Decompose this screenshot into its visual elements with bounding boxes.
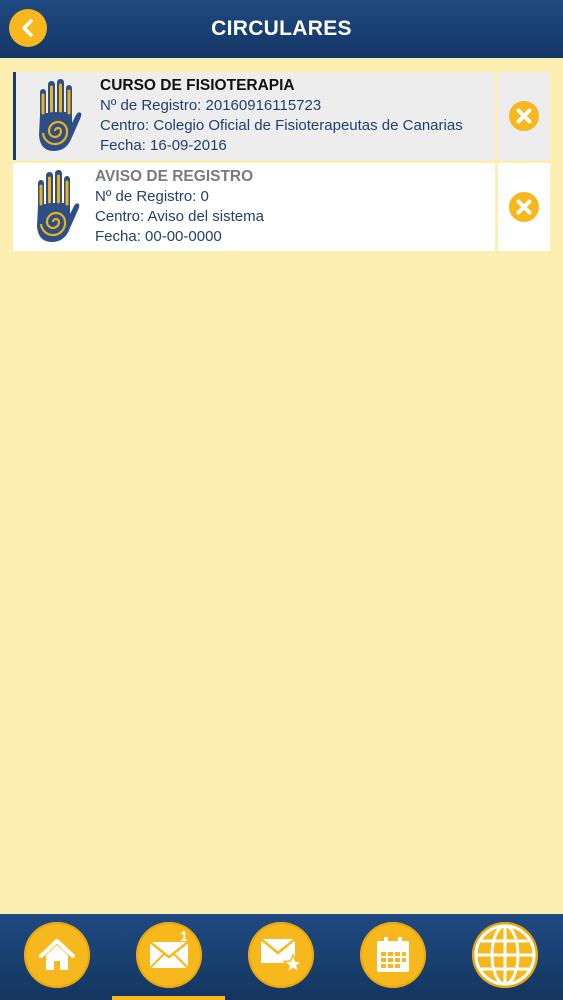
delete-circular-button[interactable] xyxy=(498,72,550,160)
close-icon xyxy=(509,101,539,131)
circular-title: CURSO DE FISIOTERAPIA xyxy=(100,77,295,94)
circular-item: CURSO DE FISIOTERAPIA Nº de Registro: 20… xyxy=(13,72,550,160)
circulars-list: CURSO DE FISIOTERAPIA Nº de Registro: 20… xyxy=(13,72,550,254)
app-header: CIRCULARES xyxy=(0,0,563,58)
circular-item: AVISO DE REGISTRO Nº de Registro: 0 Cent… xyxy=(13,163,550,251)
home-icon xyxy=(39,939,75,970)
back-button[interactable] xyxy=(9,9,47,47)
nav-home-button[interactable] xyxy=(24,922,90,988)
circular-fecha: Fecha: 00-00-0000 xyxy=(95,228,222,245)
circular-item-body[interactable]: CURSO DE FISIOTERAPIA Nº de Registro: 20… xyxy=(13,72,495,160)
nav-circulars-button[interactable]: 1 xyxy=(136,922,202,988)
mail-star-icon xyxy=(260,938,303,974)
globe-icon xyxy=(474,924,536,986)
circular-text: AVISO DE REGISTRO Nº de Registro: 0 Cent… xyxy=(95,167,264,247)
delete-circular-button[interactable] xyxy=(498,163,550,251)
circular-title: AVISO DE REGISTRO xyxy=(95,168,254,185)
hand-logo-icon xyxy=(39,79,82,151)
active-tab-indicator xyxy=(112,996,225,1000)
circular-item-body[interactable]: AVISO DE REGISTRO Nº de Registro: 0 Cent… xyxy=(13,163,495,251)
chevron-left-icon xyxy=(22,19,33,37)
page-title: CIRCULARES xyxy=(211,17,352,40)
bottom-nav: 1 xyxy=(0,914,563,1000)
circular-centro: Centro: Aviso del sistema xyxy=(95,208,264,225)
circular-text: CURSO DE FISIOTERAPIA Nº de Registro: 20… xyxy=(100,76,463,156)
circular-registro: Nº de Registro: 20160916115723 xyxy=(100,97,322,114)
hand-logo-icon xyxy=(37,170,80,242)
circular-centro: Centro: Colegio Oficial de Fisioterapeut… xyxy=(100,117,463,134)
calendar-icon xyxy=(377,937,409,972)
nav-calendar-button[interactable] xyxy=(360,922,426,988)
close-icon xyxy=(509,192,539,222)
nav-favorites-button[interactable] xyxy=(248,922,314,988)
circular-fecha: Fecha: 16-09-2016 xyxy=(100,137,227,154)
nav-web-button[interactable] xyxy=(472,922,538,988)
unread-badge: 1 xyxy=(180,928,188,944)
circular-registro: Nº de Registro: 0 xyxy=(95,188,209,205)
